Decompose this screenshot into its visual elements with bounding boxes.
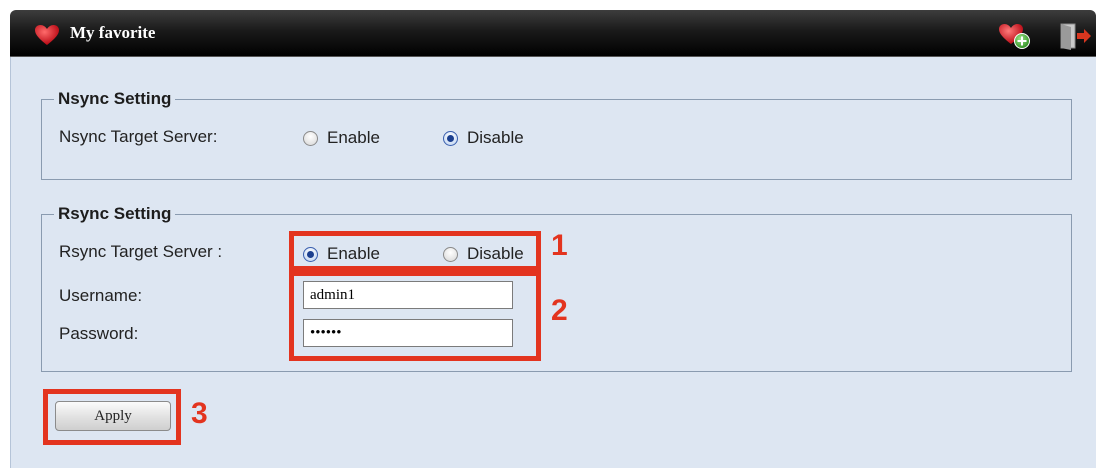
nsync-disable-radio[interactable]	[443, 131, 458, 146]
annotation-number-3: 3	[191, 397, 208, 430]
main-panel: Nsync Setting Nsync Target Server: Enabl…	[10, 57, 1096, 468]
nsync-enable-label[interactable]: Enable	[327, 128, 380, 148]
nsync-legend: Nsync Setting	[58, 89, 172, 108]
add-favorite-icon[interactable]	[998, 22, 1032, 50]
annotation-number-1: 1	[551, 229, 568, 262]
heart-icon	[35, 25, 59, 45]
annotation-number-2: 2	[551, 294, 568, 327]
username-label: Username:	[59, 286, 143, 305]
rsync-target-label: Rsync Target Server :	[59, 242, 223, 261]
annotation-box-2	[289, 271, 541, 361]
password-label: Password:	[59, 324, 139, 343]
window-title: My favorite	[70, 23, 156, 42]
rsync-legend: Rsync Setting	[58, 204, 172, 223]
logout-icon[interactable]	[1058, 22, 1092, 50]
nsync-disable-label[interactable]: Disable	[467, 128, 524, 148]
annotation-box-1	[289, 231, 541, 271]
nsync-target-label: Nsync Target Server:	[59, 127, 218, 146]
title-bar: My favorite	[10, 10, 1096, 57]
nsync-enable-radio[interactable]	[303, 131, 318, 146]
annotation-box-3	[43, 389, 181, 445]
